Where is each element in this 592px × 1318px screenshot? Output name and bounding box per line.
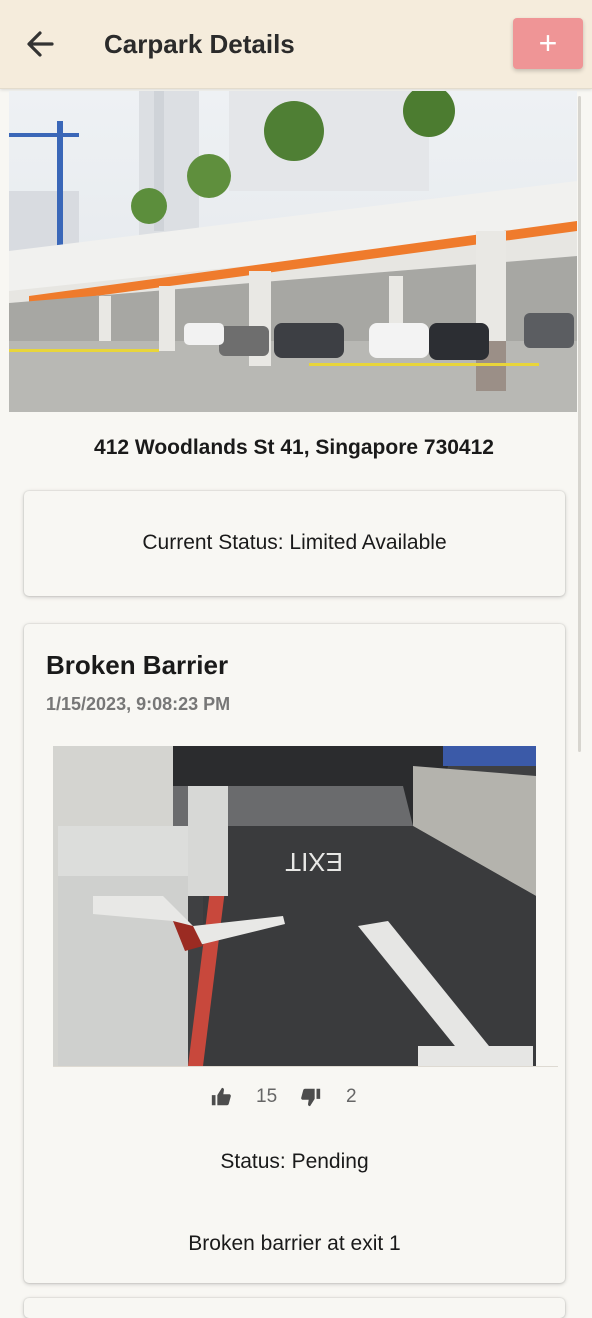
vote-bar: 15 2 [24, 1082, 565, 1112]
back-arrow-icon [27, 31, 54, 57]
scrollbar[interactable] [578, 96, 581, 752]
app-header: Carpark Details + [0, 0, 592, 89]
report-timestamp: 1/15/2023, 9:08:23 PM [46, 694, 231, 714]
downvote-count: 2 [346, 1086, 357, 1107]
carpark-photo [9, 91, 577, 412]
report-photo: EXIT [53, 746, 536, 1066]
add-report-button[interactable]: + [513, 18, 583, 69]
thumbs-up-icon[interactable] [210, 1086, 232, 1108]
report-description: Broken barrier at exit 1 [188, 1232, 401, 1255]
divider [53, 1066, 558, 1067]
page-title: Carpark Details [104, 29, 295, 59]
thumbs-down-icon[interactable] [300, 1086, 322, 1108]
current-status-card: Current Status: Limited Available [24, 491, 565, 596]
carpark-address: 412 Woodlands St 41, Singapore 730412 [94, 436, 494, 459]
svg-text:EXIT: EXIT [285, 847, 343, 877]
back-button[interactable] [22, 26, 62, 62]
upvote-count: 15 [256, 1086, 278, 1107]
report-status: Status: Pending [220, 1150, 369, 1173]
report-title: Broken Barrier [46, 650, 229, 680]
current-status-text: Current Status: Limited Available [142, 531, 447, 554]
report-card: Broken Barrier 1/15/2023, 9:08:23 PM EXI… [24, 624, 565, 1283]
next-report-card [24, 1298, 565, 1318]
plus-icon: + [538, 25, 558, 61]
